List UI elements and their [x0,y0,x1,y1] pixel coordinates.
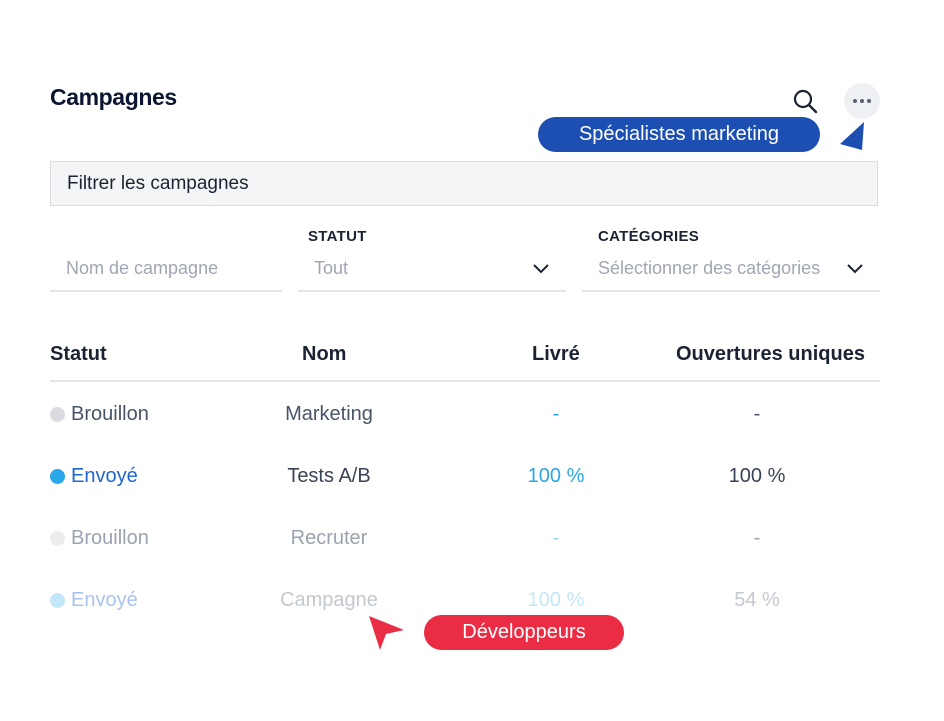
delivered-value: 100 % [527,465,585,487]
status-label: Brouillon [71,527,149,549]
collaborator-tag-developers: Développeurs [424,615,624,650]
campaign-name[interactable]: Tests A/B [249,465,409,488]
status-filter-label: STATUT [308,228,367,245]
more-options-button[interactable] [844,83,880,119]
categories-select[interactable]: Sélectionner des catégories [582,246,880,292]
filter-campaigns-bar[interactable]: Filtrer les campagnes [50,161,878,206]
status-select-value: Tout [314,257,349,278]
delivered-value: 100 % [527,589,585,611]
header-divider [50,380,880,382]
campaign-name[interactable]: Recruter [249,527,409,550]
categories-filter-label: CATÉGORIES [598,228,700,245]
delivered-value: - [552,527,560,549]
status-dot [50,469,65,484]
column-header-status[interactable]: Statut [50,343,107,366]
status-cell: Envoyé [50,465,138,488]
status-dot [50,531,65,546]
campaign-name[interactable]: Marketing [249,403,409,426]
column-header-delivered[interactable]: Livré [532,343,580,366]
chevron-down-icon [847,264,863,274]
column-header-name[interactable]: Nom [302,343,346,366]
status-cell: Envoyé [50,589,138,612]
unique-opens-value: - [753,403,761,425]
search-icon[interactable] [792,88,818,114]
categories-select-placeholder: Sélectionner des catégories [598,257,821,278]
chevron-down-icon [533,264,549,274]
delivered-value: - [552,403,560,425]
campaign-name-input[interactable]: Nom de campagne [50,246,282,292]
status-cell: Brouillon [50,527,149,550]
more-horizontal-icon [853,99,857,103]
campaign-name[interactable]: Campagne [249,589,409,612]
page-title: Campagnes [50,84,177,110]
status-dot [50,593,65,608]
collaborator-tag-marketing: Spécialistes marketing [538,117,820,152]
status-select[interactable]: Tout [298,246,566,292]
status-dot [50,407,65,422]
status-label: Envoyé [71,465,138,487]
cursor-pointer-icon [369,616,404,650]
unique-opens-value: 100 % [728,465,786,487]
status-label: Brouillon [71,403,149,425]
unique-opens-value: 54 % [734,589,780,611]
column-header-unique-opens[interactable]: Ouvertures uniques [676,343,865,366]
cursor-pointer-icon [840,122,864,150]
status-label: Envoyé [71,589,138,611]
unique-opens-value: - [753,527,761,549]
status-cell: Brouillon [50,403,149,426]
campaign-name-placeholder: Nom de campagne [66,257,219,278]
